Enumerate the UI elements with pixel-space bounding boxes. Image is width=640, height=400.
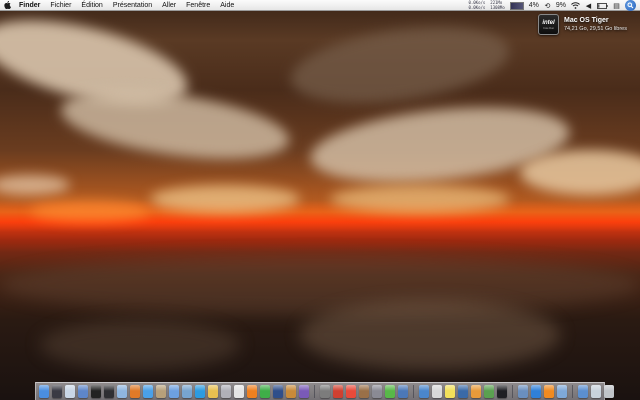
calculator-icon[interactable] bbox=[320, 385, 330, 398]
dock-separator bbox=[512, 385, 513, 398]
pages-icon[interactable] bbox=[471, 385, 481, 398]
memory-meter[interactable]: 221Mo 1308Mo bbox=[490, 0, 505, 10]
clock-icon[interactable] bbox=[432, 385, 442, 398]
desktop-wallpaper bbox=[0, 0, 640, 400]
activity-monitor-icon[interactable] bbox=[104, 385, 114, 398]
sync-icon[interactable]: ⟲ bbox=[544, 1, 551, 10]
ichat-icon[interactable] bbox=[78, 385, 88, 398]
wallpaper-reflection bbox=[40, 320, 240, 370]
spotlight-icon[interactable] bbox=[625, 0, 636, 11]
mail-icon[interactable] bbox=[65, 385, 75, 398]
dock-separator bbox=[314, 385, 315, 398]
volume-icon[interactable]: ◀ bbox=[585, 1, 592, 10]
intel-drive-icon[interactable]: intel Core Duo bbox=[538, 14, 559, 35]
battery-level-icon bbox=[597, 2, 608, 9]
dock-separator bbox=[572, 385, 573, 398]
wallpaper-cloud bbox=[286, 15, 514, 115]
wifi-icon[interactable] bbox=[571, 1, 580, 10]
network-meter[interactable]: 0.0Ko/s 0.0Ko/s bbox=[468, 0, 486, 10]
menu-extras: 0.0Ko/s 0.0Ko/s 221Mo 1308Mo 4% ⟲ 9% ◀ ▤ bbox=[468, 0, 636, 11]
itunes-icon[interactable] bbox=[169, 385, 179, 398]
wallpaper-cloud bbox=[0, 175, 70, 195]
menu-bar: Finder Fichier Édition Présentation Alle… bbox=[0, 0, 640, 11]
dock bbox=[35, 382, 614, 400]
battery-icon[interactable] bbox=[597, 1, 608, 10]
terminal-icon[interactable] bbox=[91, 385, 101, 398]
wallpaper-reflection bbox=[0, 255, 640, 315]
menu-aide[interactable]: Aide bbox=[215, 0, 239, 11]
dock-separator bbox=[413, 385, 414, 398]
camino-icon[interactable] bbox=[117, 385, 127, 398]
menu-aller[interactable]: Aller bbox=[157, 0, 181, 11]
drive-info: 74,21 Go, 29,51 Go libres bbox=[564, 26, 627, 32]
system-preferences-icon[interactable] bbox=[372, 385, 382, 398]
dashboard-icon[interactable] bbox=[52, 385, 62, 398]
folder-icon[interactable] bbox=[557, 385, 567, 398]
safari-icon[interactable] bbox=[143, 385, 153, 398]
finder-icon[interactable] bbox=[39, 385, 49, 398]
drive-text: Mac OS Tiger 74,21 Go, 29,51 Go libres bbox=[564, 14, 627, 34]
ical-icon[interactable] bbox=[346, 385, 356, 398]
cpu-percent[interactable]: 4% bbox=[529, 1, 539, 10]
skype-icon[interactable] bbox=[195, 385, 205, 398]
numbers-icon[interactable] bbox=[484, 385, 494, 398]
memory-free: 1308Mo bbox=[490, 4, 505, 10]
menu-edition[interactable]: Édition bbox=[76, 0, 107, 11]
desktop-drive-item[interactable]: intel Core Duo Mac OS Tiger 74,21 Go, 29… bbox=[538, 14, 627, 35]
wallpaper-cloud bbox=[150, 185, 300, 213]
quicksilver-icon[interactable] bbox=[221, 385, 231, 398]
vlc-icon[interactable] bbox=[247, 385, 257, 398]
photoshop-icon[interactable] bbox=[273, 385, 283, 398]
vlc-cone-icon[interactable] bbox=[544, 385, 554, 398]
wallpaper-cloud bbox=[520, 150, 640, 195]
dvd-player-icon[interactable] bbox=[497, 385, 507, 398]
network-icon[interactable] bbox=[419, 385, 429, 398]
battery-percent[interactable]: 9% bbox=[556, 1, 566, 10]
wifi-signal-icon bbox=[571, 2, 580, 9]
imovie-icon[interactable] bbox=[299, 385, 309, 398]
drive-name[interactable]: Mac OS Tiger bbox=[564, 16, 627, 25]
wallpaper-reflection bbox=[300, 300, 560, 370]
textedit-icon[interactable] bbox=[234, 385, 244, 398]
magnifier-icon bbox=[627, 2, 634, 9]
menu-fichier[interactable]: Fichier bbox=[45, 0, 76, 11]
limewire-icon[interactable] bbox=[260, 385, 270, 398]
menu-app-finder[interactable]: Finder bbox=[14, 0, 45, 11]
activity-graph-icon[interactable] bbox=[509, 1, 524, 10]
iphoto-icon[interactable] bbox=[182, 385, 192, 398]
wallpaper-cloud bbox=[30, 200, 150, 222]
apple-menu-icon[interactable] bbox=[0, 0, 14, 11]
address-book-icon[interactable] bbox=[359, 385, 369, 398]
drive-chip-label: intel bbox=[542, 19, 555, 26]
network-up-rate: 0.0Ko/s bbox=[468, 4, 486, 10]
drive-chip-sub: Core Duo bbox=[543, 26, 554, 30]
apple-logo-icon bbox=[3, 1, 11, 9]
toast-icon[interactable] bbox=[333, 385, 343, 398]
home-folder-icon[interactable] bbox=[591, 385, 601, 398]
app-store-icon[interactable] bbox=[531, 385, 541, 398]
firefox-icon[interactable] bbox=[130, 385, 140, 398]
utorrent-icon[interactable] bbox=[385, 385, 395, 398]
adium-icon[interactable] bbox=[208, 385, 218, 398]
wallpaper-cloud bbox=[330, 185, 510, 213]
flag-icon[interactable]: ▤ bbox=[613, 1, 620, 10]
menu-fenetre[interactable]: Fenêtre bbox=[181, 0, 215, 11]
menu-presentation[interactable]: Présentation bbox=[108, 0, 157, 11]
xcode-icon[interactable] bbox=[398, 385, 408, 398]
trash-icon[interactable] bbox=[604, 385, 614, 398]
stickies-icon[interactable] bbox=[445, 385, 455, 398]
keynote-icon[interactable] bbox=[458, 385, 468, 398]
garageband-icon[interactable] bbox=[286, 385, 296, 398]
documents-folder-icon[interactable] bbox=[578, 385, 588, 398]
preview-icon[interactable] bbox=[156, 385, 166, 398]
downloads-stack-icon[interactable] bbox=[518, 385, 528, 398]
